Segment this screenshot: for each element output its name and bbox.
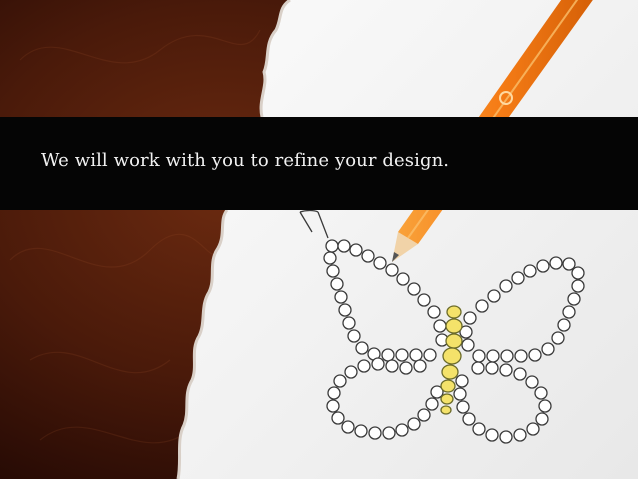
slide-background (0, 0, 638, 479)
slide-caption: We will work with you to refine your des… (41, 150, 450, 171)
slide: We will work with you to refine your des… (0, 0, 638, 479)
